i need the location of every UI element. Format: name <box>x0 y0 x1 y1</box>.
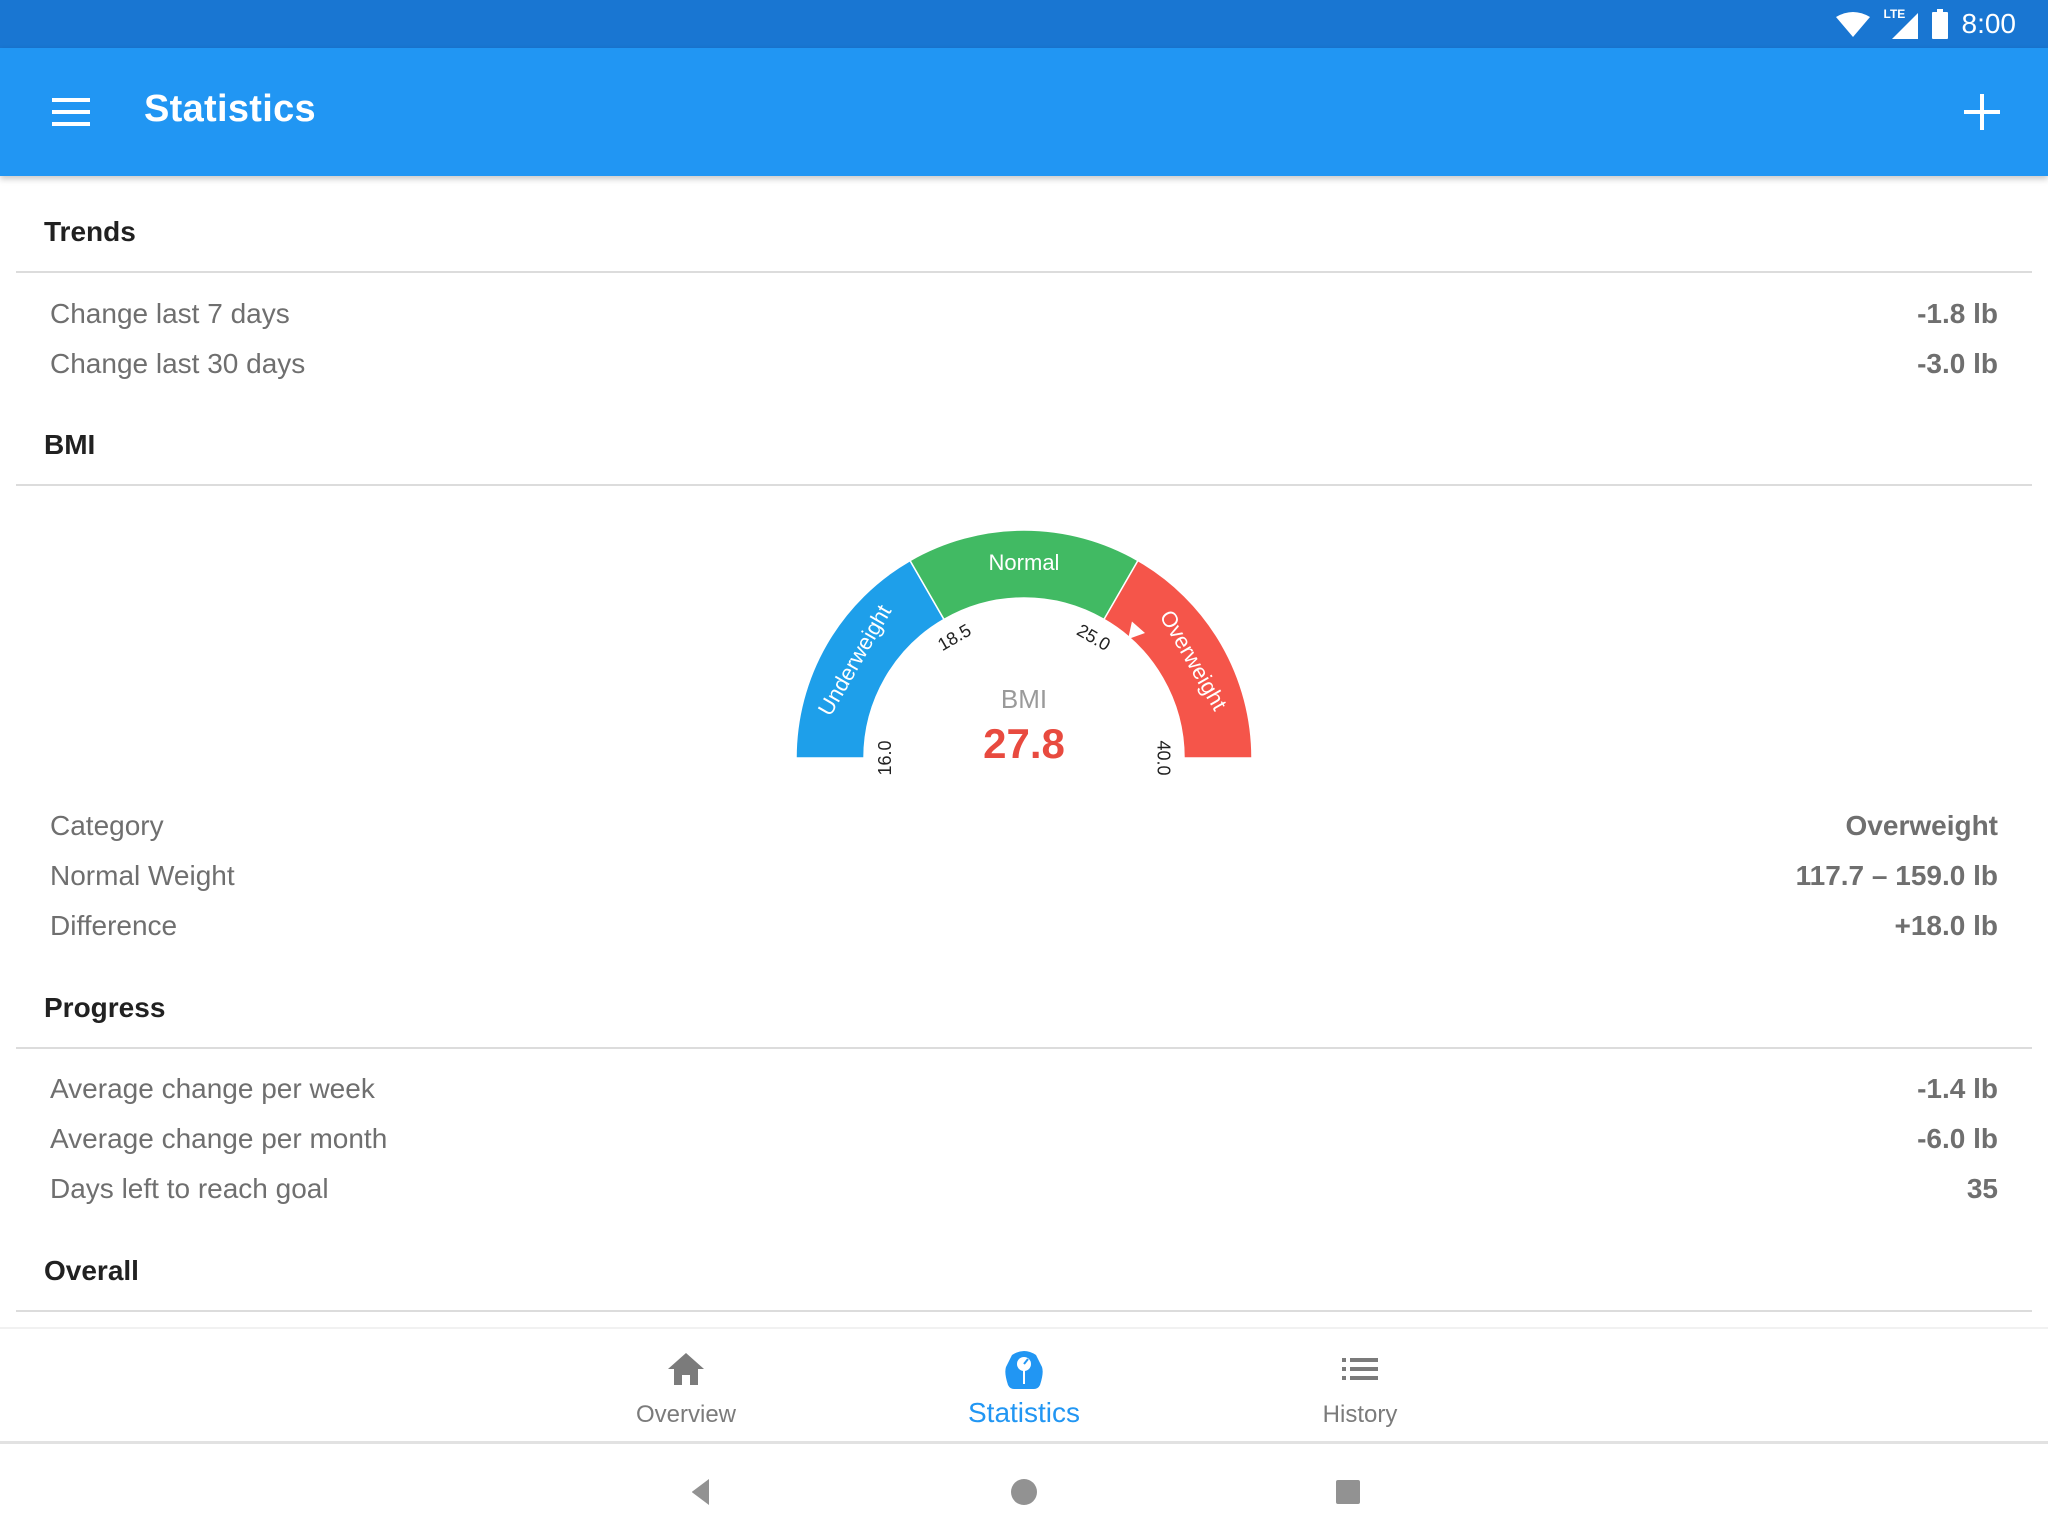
row-value: -1.8 lb <box>1917 298 1998 329</box>
gauge-segment-label: Normal <box>989 550 1060 575</box>
row-label: Change last 7 days <box>50 298 290 329</box>
row-value: Overweight <box>1845 810 1998 841</box>
row-label: Change last 30 days <box>50 348 306 379</box>
add-icon[interactable] <box>1956 86 2008 138</box>
home-icon <box>566 1349 806 1393</box>
app-bar: Statistics <box>0 48 2048 176</box>
status-time: 8:00 <box>1961 8 2017 39</box>
divider <box>16 1310 2032 1312</box>
statistics-content[interactable]: Trends Change last 7 days -1.8 lb Change… <box>0 176 2048 1327</box>
divider <box>16 484 2032 486</box>
back-icon[interactable] <box>680 1472 720 1512</box>
gauge-center-label: BMI <box>1001 684 1047 714</box>
gauge-tick-label: 16.0 <box>875 740 895 775</box>
gauge-tick-label: 25.0 <box>1073 620 1113 655</box>
divider <box>16 1047 2032 1049</box>
row-label: Difference <box>50 910 178 941</box>
section-title-progress: Progress <box>44 992 166 1023</box>
row-label: Days left to reach goal <box>50 1173 329 1204</box>
row-value: +18.0 lb <box>1894 910 1998 941</box>
gauge-segment-overweight <box>1102 559 1253 759</box>
home-circle-icon[interactable] <box>1004 1472 1044 1512</box>
list-icon <box>1240 1349 1480 1393</box>
nav-label: Statistics <box>967 1397 1081 1428</box>
nav-tab-history[interactable]: History <box>1240 1329 1480 1443</box>
gauge-tick-label: 18.5 <box>934 620 974 655</box>
page-title: Statistics <box>144 88 316 130</box>
row-value: -6.0 lb <box>1917 1123 1998 1154</box>
hamburger-menu-icon[interactable] <box>40 86 104 138</box>
nav-tab-overview[interactable]: Overview <box>566 1329 806 1443</box>
status-bar: LTE 8:00 <box>0 0 2048 48</box>
section-title-bmi: BMI <box>44 429 96 460</box>
row-value: -1.4 lb <box>1917 1073 1998 1104</box>
gauge-segment-underweight <box>795 559 946 759</box>
row-label: Average change per week <box>50 1073 375 1104</box>
wifi-icon <box>1835 12 1870 37</box>
nav-label: History <box>1322 1401 1398 1428</box>
row-label: Average change per month <box>50 1123 388 1154</box>
gauge-tick-label: 40.0 <box>1153 740 1173 775</box>
lte-signal-icon: LTE <box>1884 7 1918 39</box>
section-title-overall: Overall <box>44 1255 139 1286</box>
row-value: -3.0 lb <box>1917 348 1998 379</box>
recents-icon[interactable] <box>1328 1472 1368 1512</box>
divider <box>16 271 2032 273</box>
row-value: 35 <box>1966 1173 1998 1204</box>
row-value: 117.7 – 159.0 lb <box>1795 860 1998 891</box>
bottom-navigation: Overview Statistics History <box>0 1327 2048 1441</box>
gauge-bmi-value: 27.8 <box>983 720 1065 767</box>
system-navigation-bar <box>0 1441 2048 1536</box>
status-icons: LTE 8:00 <box>1835 6 2017 42</box>
battery-icon <box>1931 9 1948 39</box>
nav-tab-statistics[interactable]: Statistics <box>904 1329 1144 1443</box>
bmi-gauge: UnderweightNormalOverweight 16.018.5 25.0… <box>795 529 1253 776</box>
nav-label: Overview <box>635 1401 737 1428</box>
row-label: Normal Weight <box>50 860 235 891</box>
scale-icon <box>904 1349 1144 1393</box>
section-title-trends: Trends <box>44 216 136 247</box>
row-label: Category <box>50 810 164 841</box>
